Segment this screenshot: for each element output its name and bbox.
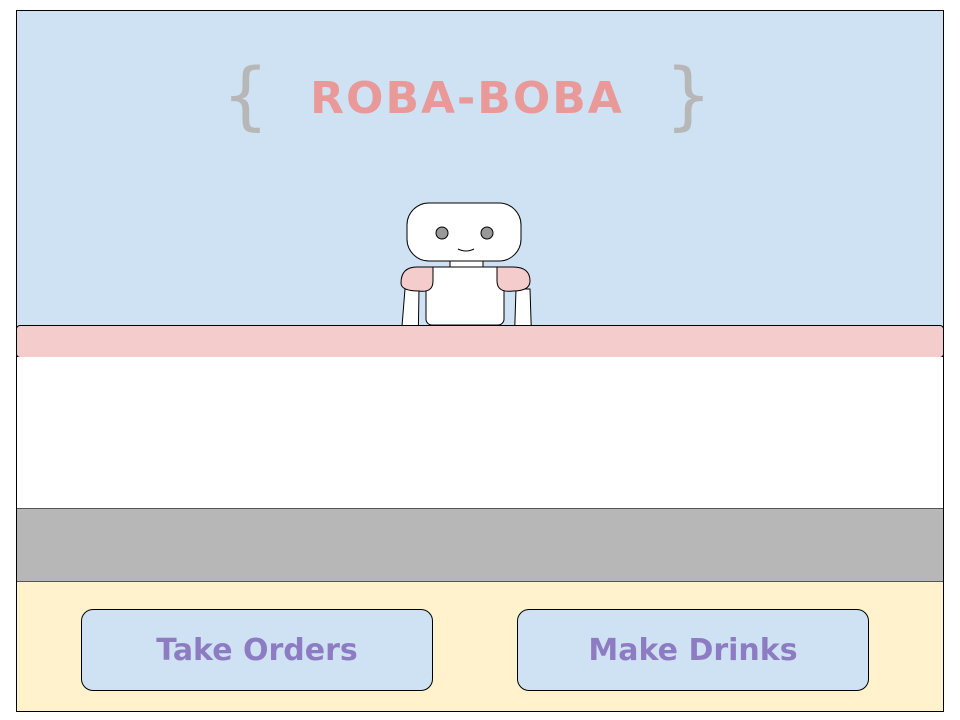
logo-open-brace: { (222, 53, 269, 133)
counter-front (17, 357, 943, 508)
floor (17, 508, 943, 582)
take-orders-label: Take Orders (156, 632, 358, 668)
take-orders-button[interactable]: Take Orders (81, 609, 433, 691)
logo-close-brace: } (665, 53, 712, 133)
roba-boba-logo: { ROBA-BOBA } (222, 53, 712, 133)
make-drinks-label: Make Drinks (588, 632, 798, 668)
action-bar: Take Orders Make Drinks (17, 582, 943, 711)
counter-top (17, 325, 943, 358)
logo-text: ROBA-BOBA (310, 73, 624, 124)
make-drinks-button[interactable]: Make Drinks (517, 609, 869, 691)
game-stage: { ROBA-BOBA } Take Orders Make Drinks (16, 10, 944, 712)
